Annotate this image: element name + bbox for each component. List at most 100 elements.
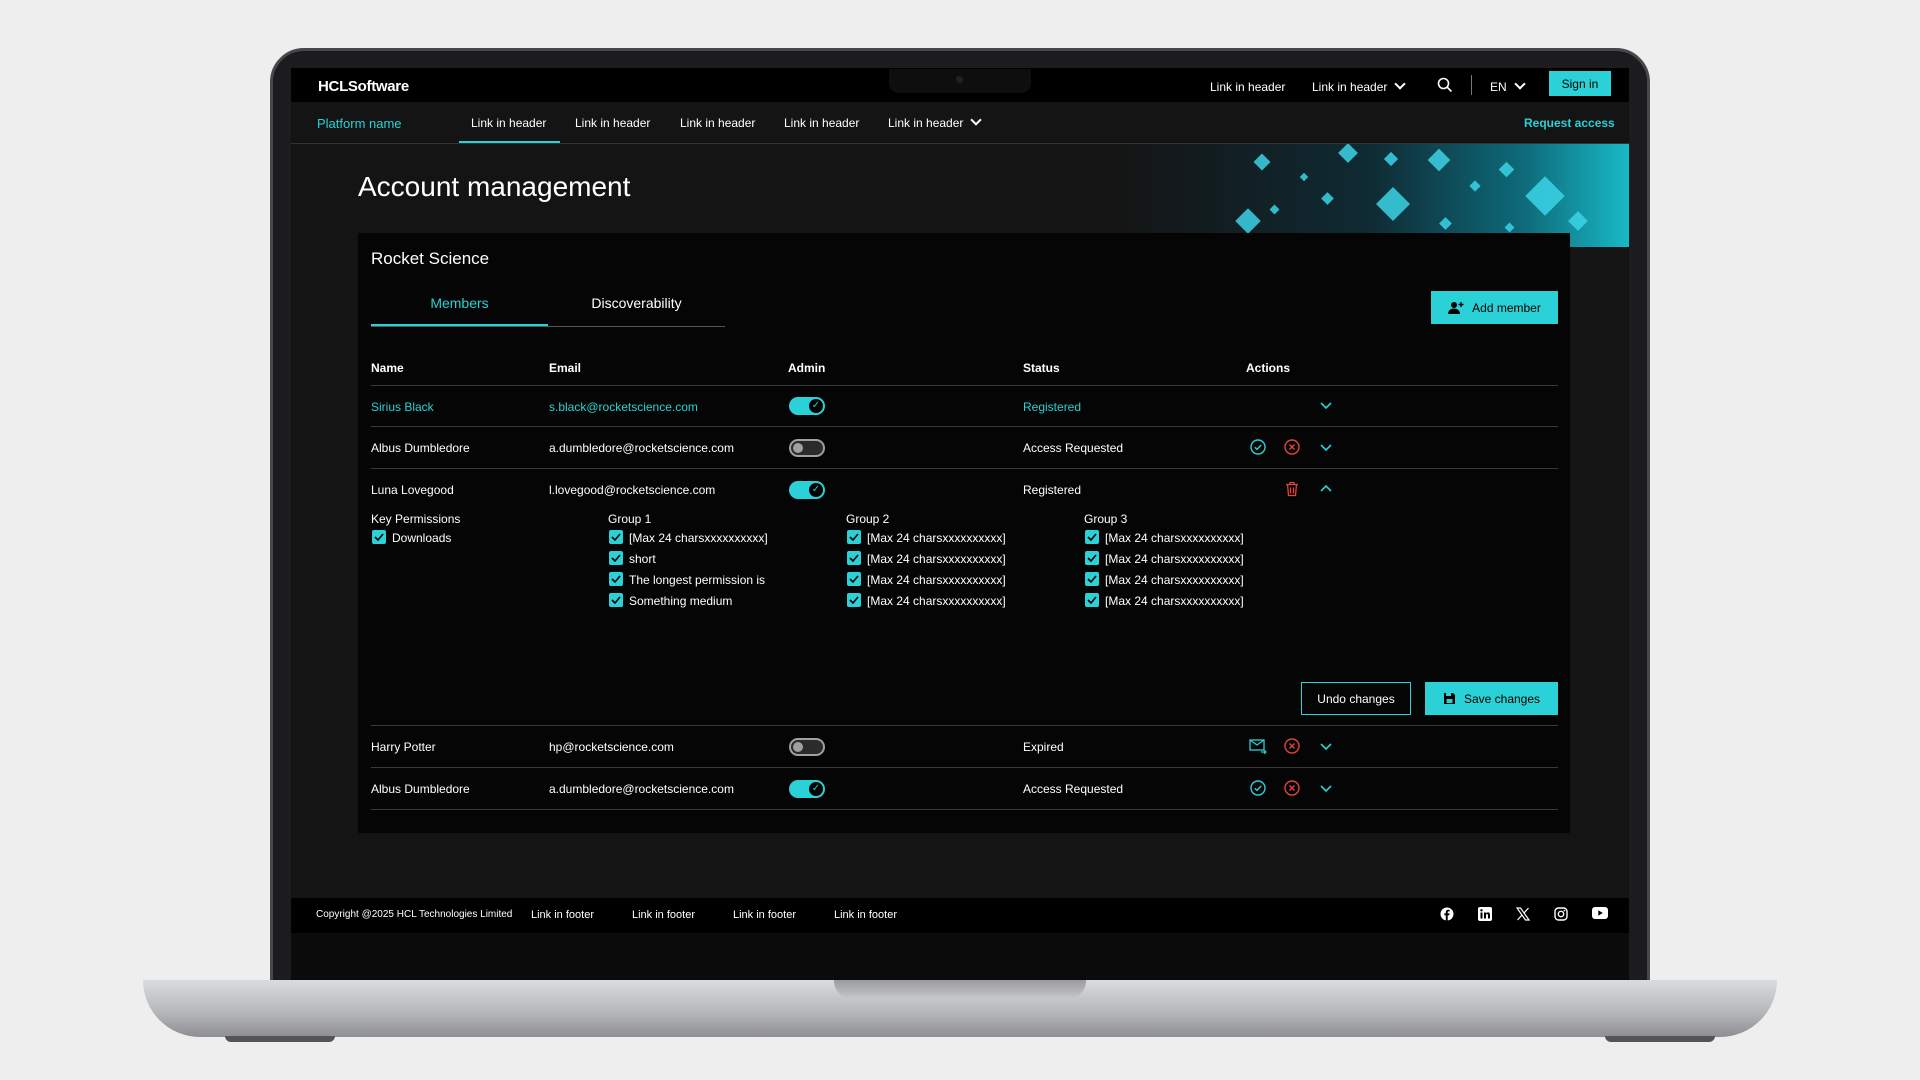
table-divider	[371, 767, 1558, 768]
x-icon[interactable]	[1515, 907, 1532, 923]
screen-bezel-bottom	[291, 933, 1629, 980]
logo[interactable]: HCLSoftware	[318, 78, 409, 95]
admin-toggle[interactable]	[789, 439, 825, 457]
permission-checkbox[interactable]	[1085, 572, 1099, 586]
delete-icon[interactable]	[1282, 479, 1302, 499]
header-link-1[interactable]: Link in header	[1210, 80, 1285, 94]
instagram-icon[interactable]	[1554, 907, 1570, 923]
permission-label: short	[629, 552, 656, 566]
col-header-actions: Actions	[1246, 361, 1291, 375]
expand-chevron-icon[interactable]	[1316, 736, 1336, 756]
admin-toggle[interactable]	[789, 738, 825, 756]
permission-label: [Max 24 charsxxxxxxxxxx]	[867, 594, 1006, 608]
approve-icon[interactable]	[1248, 437, 1268, 457]
reject-icon[interactable]	[1282, 778, 1302, 798]
add-user-icon	[1448, 301, 1464, 314]
sign-in-button[interactable]: Sign in	[1549, 71, 1611, 96]
group-title: Group 1	[608, 512, 652, 526]
reject-icon[interactable]	[1282, 736, 1302, 756]
nav-link-1[interactable]: Link in header	[471, 116, 546, 130]
permission-checkbox[interactable]	[847, 530, 861, 544]
permission-checkbox[interactable]	[1085, 551, 1099, 565]
member-email: hp@rocketscience.com	[549, 740, 674, 754]
admin-toggle[interactable]: ✓	[789, 397, 825, 415]
permission-checkbox[interactable]	[609, 530, 623, 544]
permission-label: [Max 24 charsxxxxxxxxxx]	[867, 531, 1006, 545]
footer-link-3[interactable]: Link in footer	[733, 909, 796, 921]
laptop-foot	[1605, 1036, 1715, 1042]
collapse-chevron-icon[interactable]	[1316, 479, 1336, 499]
check-icon: ✓	[809, 782, 823, 796]
approve-icon[interactable]	[1248, 778, 1268, 798]
page-title: Account management	[358, 171, 631, 202]
reject-icon[interactable]	[1282, 437, 1302, 457]
active-tab-indicator	[371, 324, 548, 326]
expand-chevron-icon[interactable]	[1316, 395, 1336, 415]
member-email: a.dumbledore@rocketscience.com	[549, 782, 734, 796]
save-icon	[1443, 693, 1455, 704]
expand-chevron-icon[interactable]	[1316, 437, 1336, 457]
org-name: Rocket Science	[371, 249, 490, 268]
permission-checkbox[interactable]	[609, 593, 623, 607]
footer-link-1[interactable]: Link in footer	[531, 909, 594, 921]
permission-checkbox[interactable]	[847, 593, 861, 607]
search-icon[interactable]	[1435, 75, 1455, 95]
tab-bar: Members Discoverability	[371, 291, 725, 327]
admin-toggle[interactable]: ✓	[789, 481, 825, 499]
language-label: EN	[1490, 80, 1507, 94]
youtube-icon[interactable]	[1592, 907, 1608, 923]
nav-link-4[interactable]: Link in header	[784, 116, 859, 130]
header-divider	[1471, 75, 1472, 95]
header-link-dropdown-label: Link in header	[1312, 80, 1388, 94]
permission-checkbox[interactable]	[609, 551, 623, 565]
key-permissions-title: Key Permissions	[371, 512, 461, 526]
save-changes-button[interactable]: Save changes	[1425, 682, 1558, 715]
status-badge: Expired	[1023, 740, 1064, 754]
language-selector[interactable]: EN	[1490, 78, 1526, 94]
group-title: Group 3	[1084, 512, 1128, 526]
permission-checkbox[interactable]	[1085, 593, 1099, 607]
table-divider	[371, 426, 1558, 427]
col-header-admin: Admin	[788, 361, 826, 375]
tab-discoverability[interactable]: Discoverability	[548, 295, 725, 311]
facebook-icon[interactable]	[1440, 907, 1456, 923]
permission-label: [Max 24 charsxxxxxxxxxx]	[1105, 552, 1244, 566]
chevron-down-icon	[970, 114, 983, 126]
undo-changes-button[interactable]: Undo changes	[1301, 682, 1411, 715]
linkedin-icon[interactable]	[1478, 907, 1494, 923]
nav-link-3[interactable]: Link in header	[680, 116, 755, 130]
add-member-button[interactable]: Add member	[1431, 291, 1558, 324]
app-screen: HCLSoftware Link in header Link in heade…	[291, 68, 1629, 933]
chevron-down-icon	[1514, 78, 1526, 90]
permission-checkbox[interactable]	[847, 551, 861, 565]
request-access-link[interactable]: Request access	[1524, 116, 1615, 130]
expand-chevron-icon[interactable]	[1316, 778, 1336, 798]
toggle-knob	[793, 443, 803, 453]
col-header-name: Name	[371, 361, 404, 375]
member-name[interactable]: Sirius Black	[371, 400, 434, 414]
permission-label: [Max 24 charsxxxxxxxxxx]	[629, 531, 768, 545]
member-name: Albus Dumbledore	[371, 782, 470, 796]
nav-link-2[interactable]: Link in header	[575, 116, 650, 130]
resend-email-icon[interactable]	[1248, 736, 1268, 756]
permission-label: [Max 24 charsxxxxxxxxxx]	[867, 573, 1006, 587]
table-divider	[371, 725, 1558, 726]
permission-checkbox[interactable]	[372, 530, 386, 544]
nav-link-dropdown[interactable]: Link in header	[888, 114, 983, 130]
member-email[interactable]: s.black@rocketscience.com	[549, 400, 698, 414]
check-icon: ✓	[809, 399, 823, 413]
permission-checkbox[interactable]	[847, 572, 861, 586]
footer-link-2[interactable]: Link in footer	[632, 909, 695, 921]
members-card: Rocket Science Members Discoverability A…	[358, 233, 1570, 833]
tab-members[interactable]: Members	[371, 295, 548, 311]
laptop-foot	[225, 1036, 335, 1042]
permission-checkbox[interactable]	[609, 572, 623, 586]
platform-name[interactable]: Platform name	[317, 116, 402, 131]
permission-label: [Max 24 charsxxxxxxxxxx]	[1105, 573, 1244, 587]
footer-link-4[interactable]: Link in footer	[834, 909, 897, 921]
header-link-dropdown[interactable]: Link in header	[1312, 78, 1407, 94]
admin-toggle[interactable]: ✓	[789, 780, 825, 798]
member-email: a.dumbledore@rocketscience.com	[549, 441, 734, 455]
toggle-knob	[793, 742, 803, 752]
permission-checkbox[interactable]	[1085, 530, 1099, 544]
